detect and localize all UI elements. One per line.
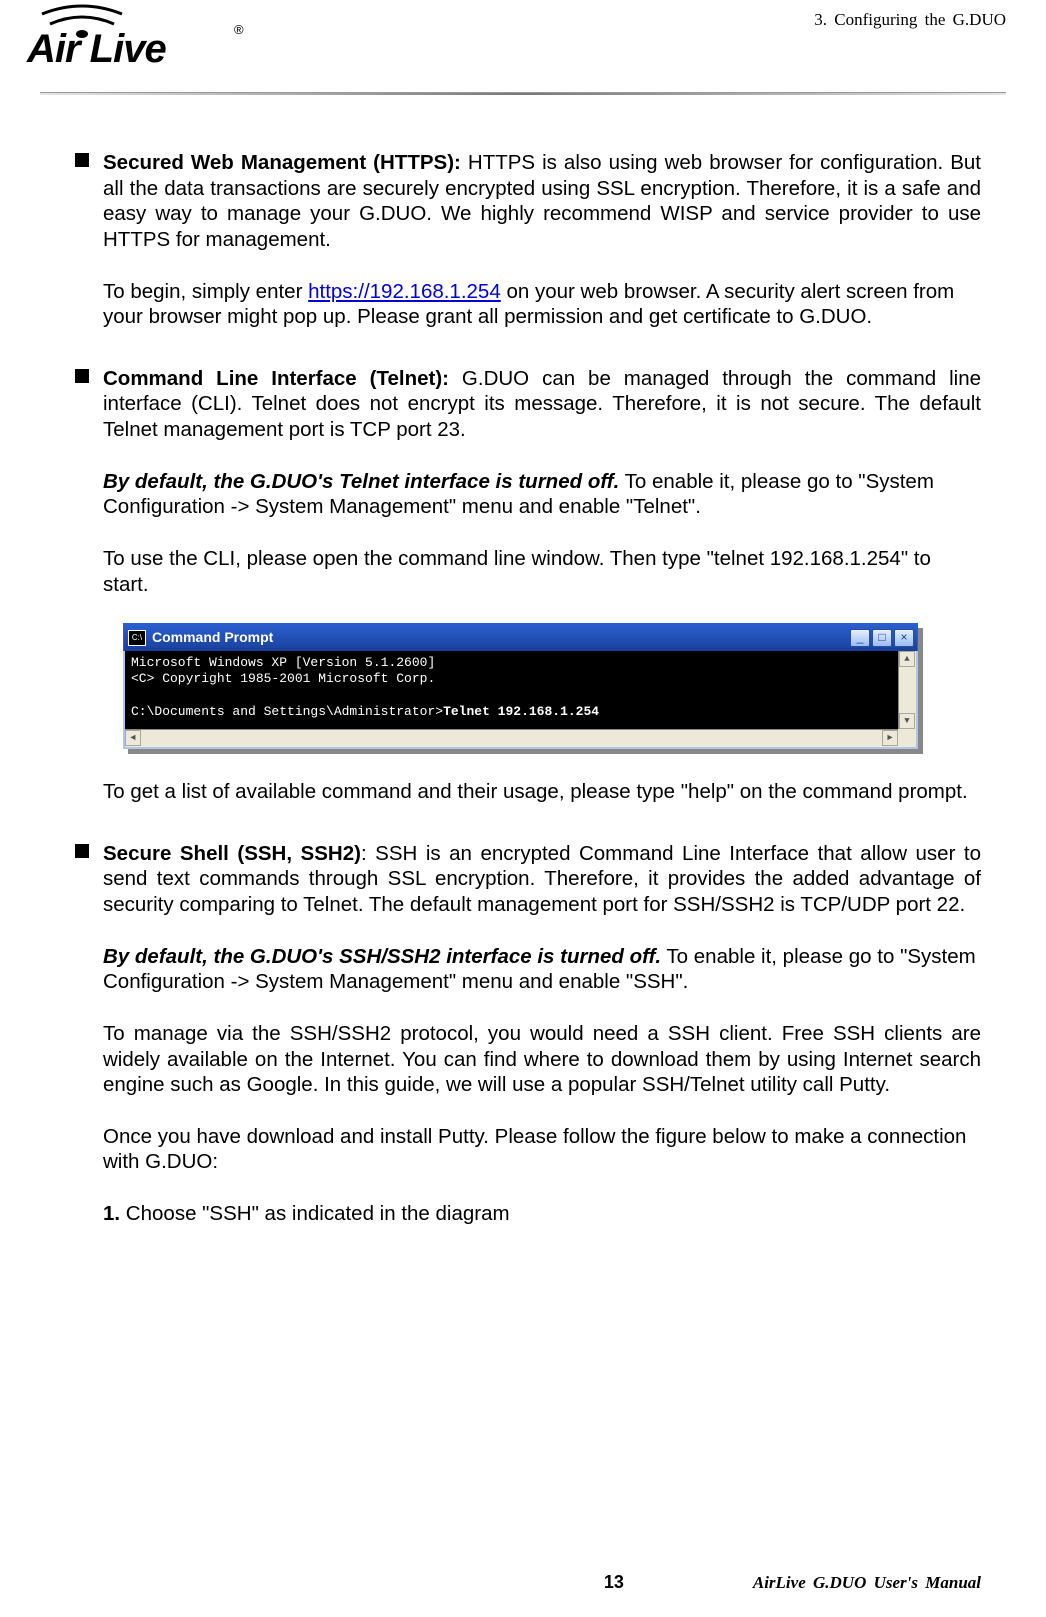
minimize-button[interactable]: _: [850, 629, 870, 647]
https-instruction: To begin, simply enter https://192.168.1…: [103, 279, 981, 330]
scroll-down-icon[interactable]: ▼: [899, 713, 915, 729]
scroll-up-icon[interactable]: ▲: [899, 651, 915, 667]
page-footer: 13 AirLive G.DUO User's Manual: [75, 1572, 981, 1593]
cmd-titlebar: C:\ Command Prompt _ □ ×: [123, 623, 918, 651]
https-intro: Secured Web Management (HTTPS): HTTPS is…: [103, 150, 981, 253]
chapter-title: 3. Configuring the G.DUO: [814, 10, 1006, 30]
section-telnet: Command Line Interface (Telnet): G.DUO c…: [75, 366, 981, 805]
ssh-intro: Secure Shell (SSH, SSH2): SSH is an encr…: [103, 841, 981, 918]
cmd-window-title: Command Prompt: [152, 629, 273, 647]
cmd-icon: C:\: [128, 630, 146, 646]
scroll-left-icon[interactable]: ◄: [125, 730, 141, 746]
ssh-bold-note: By default, the G.DUO's SSH/SSH2 interfa…: [103, 945, 661, 968]
cmd-line-2: <C> Copyright 1985-2001 Microsoft Corp.: [131, 671, 910, 687]
cmd-telnet-command: Telnet 192.168.1.254: [443, 704, 599, 719]
vertical-scrollbar[interactable]: ▲ ▼: [898, 651, 916, 729]
manual-title: AirLive G.DUO User's Manual: [753, 1573, 981, 1593]
close-button[interactable]: ×: [894, 629, 914, 647]
page-number: 13: [604, 1572, 624, 1593]
telnet-help-text: To get a list of available command and t…: [103, 779, 981, 805]
telnet-cli-instruction: To use the CLI, please open the command …: [103, 546, 981, 597]
svg-text:®: ®: [234, 22, 244, 37]
bullet-icon: [75, 369, 89, 383]
telnet-intro: Command Line Interface (Telnet): G.DUO c…: [103, 366, 981, 443]
cmd-line-3: C:\Documents and Settings\Administrator>…: [131, 704, 910, 720]
telnet-title: Command Line Interface (Telnet):: [103, 367, 449, 390]
brand-logo: Air Live ®: [22, 4, 252, 72]
ssh-default-note: By default, the G.DUO's SSH/SSH2 interfa…: [103, 944, 981, 995]
section-ssh: Secure Shell (SSH, SSH2): SSH is an encr…: [75, 841, 981, 1227]
scroll-corner: [898, 729, 916, 747]
ssh-step-1: 1. Choose "SSH" as indicated in the diag…: [103, 1201, 981, 1227]
page-content: Secured Web Management (HTTPS): HTTPS is…: [0, 100, 1046, 1227]
https-pre: To begin, simply enter: [103, 280, 308, 303]
header-divider: [40, 92, 1006, 100]
cmd-body: Microsoft Windows XP [Version 5.1.2600] …: [123, 651, 918, 749]
step-text: Choose "SSH" as indicated in the diagram: [120, 1202, 509, 1225]
ssh-title: Secure Shell (SSH, SSH2): [103, 842, 361, 865]
telnet-default-note: By default, the G.DUO's Telnet interface…: [103, 469, 981, 520]
cmd-line-blank: [131, 688, 910, 704]
svg-text:Air Live: Air Live: [26, 27, 166, 71]
management-url-link[interactable]: https://192.168.1.254: [308, 280, 501, 303]
ssh-client-text: To manage via the SSH/SSH2 protocol, you…: [103, 1021, 981, 1098]
telnet-bold-note: By default, the G.DUO's Telnet interface…: [103, 470, 619, 493]
command-prompt-window: C:\ Command Prompt _ □ × Microsoft Windo…: [123, 623, 918, 749]
step-number: 1.: [103, 1202, 120, 1225]
bullet-icon: [75, 844, 89, 858]
cmd-prompt: C:\Documents and Settings\Administrator>: [131, 704, 443, 719]
horizontal-scrollbar[interactable]: ◄ ►: [125, 729, 898, 747]
maximize-button[interactable]: □: [872, 629, 892, 647]
page-header: Air Live ® 3. Configuring the G.DUO: [0, 0, 1046, 100]
section-https: Secured Web Management (HTTPS): HTTPS is…: [75, 150, 981, 330]
cmd-line-1: Microsoft Windows XP [Version 5.1.2600]: [131, 655, 910, 671]
scroll-right-icon[interactable]: ►: [882, 730, 898, 746]
ssh-putty-text: Once you have download and install Putty…: [103, 1124, 981, 1175]
bullet-icon: [75, 153, 89, 167]
https-title: Secured Web Management (HTTPS):: [103, 151, 461, 174]
